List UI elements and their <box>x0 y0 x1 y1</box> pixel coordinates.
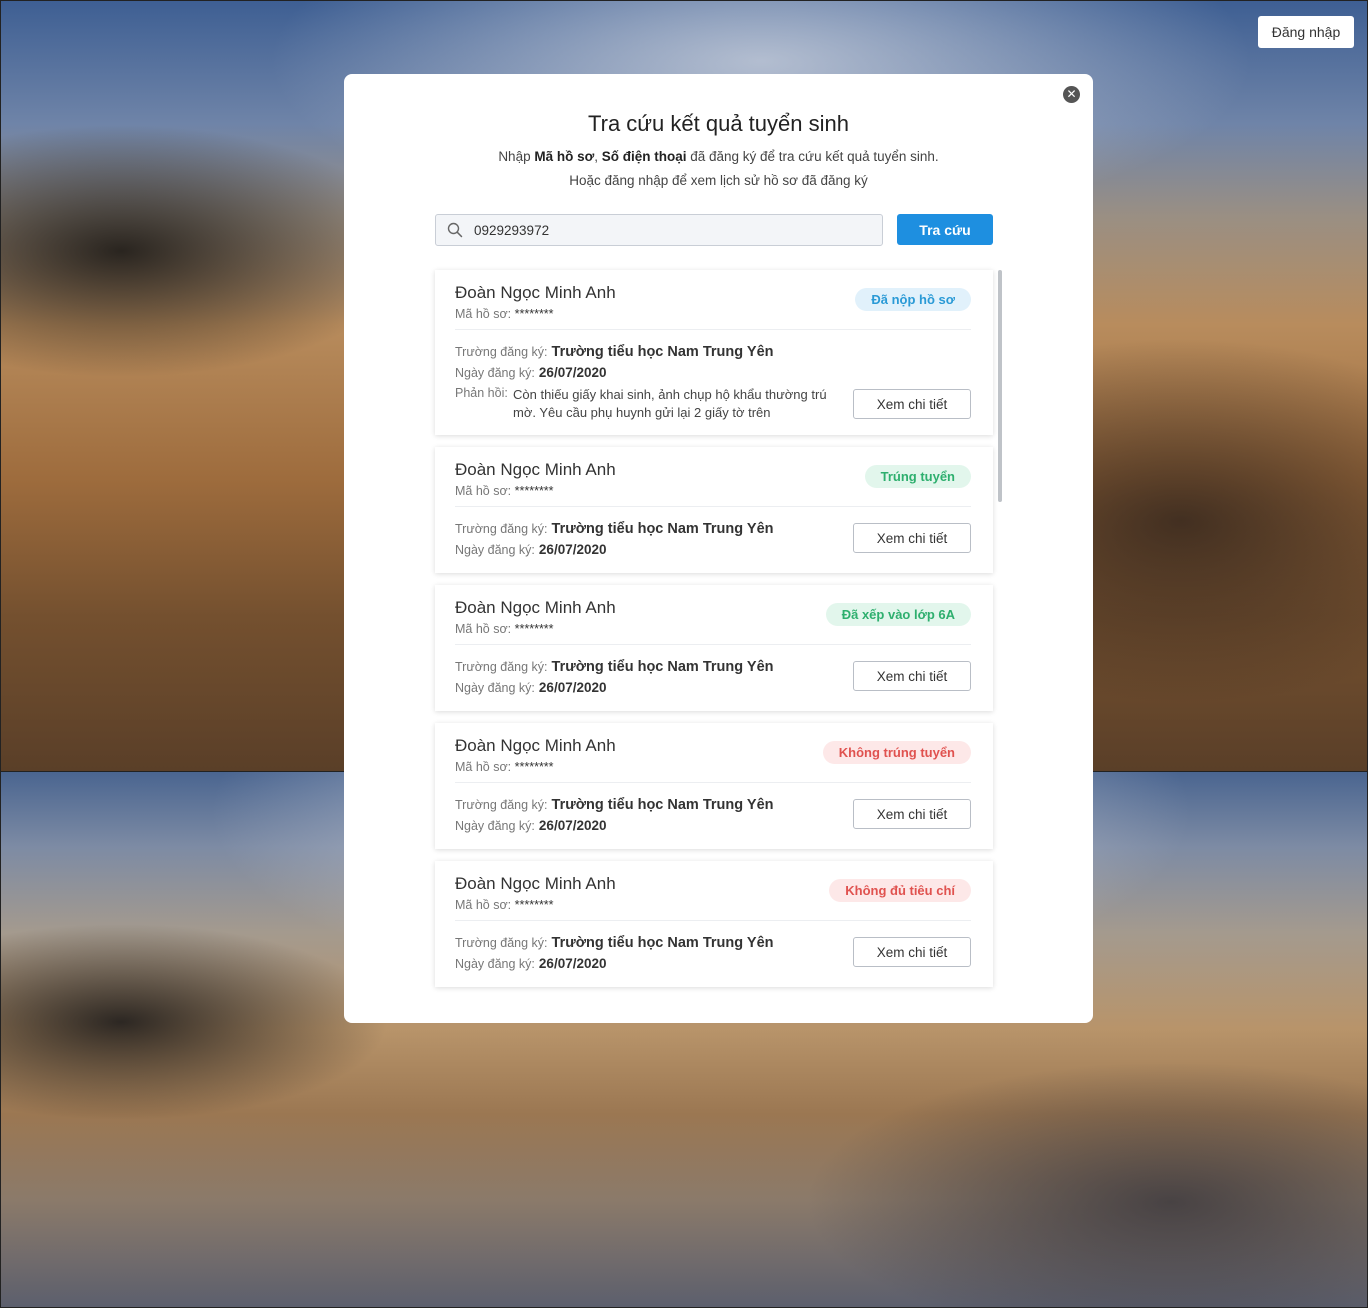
modal-subtitle: Nhập Mã hồ sơ, Số điện thoại đã đăng ký … <box>344 149 1093 164</box>
date-row: Ngày đăng ký: 26/07/2020 <box>455 818 607 833</box>
list-scrollbar[interactable] <box>998 270 1002 502</box>
date-value: 26/07/2020 <box>538 365 607 380</box>
school-value: Trường tiểu học Nam Trung Yên <box>551 797 774 813</box>
view-detail-button[interactable]: Xem chi tiết <box>853 799 971 829</box>
result-card: Đoàn Ngọc Minh Anh Mã hồ sơ: ******** Kh… <box>435 723 993 849</box>
school-value: Trường tiểu học Nam Trung Yên <box>551 659 774 675</box>
feedback-text: Còn thiếu giấy khai sinh, ảnh chụp hộ kh… <box>513 387 827 420</box>
school-row: Trường đăng ký: Trường tiểu học Nam Trung… <box>455 521 774 537</box>
result-card: Đoàn Ngọc Minh Anh Mã hồ sơ: ******** Kh… <box>435 861 993 987</box>
view-detail-button[interactable]: Xem chi tiết <box>853 523 971 553</box>
search-button[interactable]: Tra cứu <box>897 214 993 245</box>
result-card: Đoàn Ngọc Minh Anh Mã hồ sơ: ******** Đã… <box>435 585 993 711</box>
subtitle-phone-term: Số điện thoại <box>601 149 687 164</box>
record-code-label: Mã hồ sơ: <box>455 898 512 912</box>
result-card: Đoàn Ngọc Minh Anh Mã hồ sơ: ******** Tr… <box>435 447 993 573</box>
record-code: Mã hồ sơ: ******** <box>455 307 554 321</box>
feedback-label: Phản hồi: <box>455 386 508 400</box>
date-value: 26/07/2020 <box>538 956 607 971</box>
student-name: Đoàn Ngọc Minh Anh <box>455 874 616 893</box>
school-value: Trường tiểu học Nam Trung Yên <box>551 935 774 951</box>
date-value: 26/07/2020 <box>538 818 607 833</box>
subtitle-suffix: đã đăng ký để tra cứu kết quả tuyển sinh… <box>686 149 939 164</box>
date-label: Ngày đăng ký: <box>455 366 535 380</box>
result-card: Đoàn Ngọc Minh Anh Mã hồ sơ: ******** Đã… <box>435 270 993 435</box>
school-row: Trường đăng ký: Trường tiểu học Nam Trung… <box>455 797 774 813</box>
subtitle-separator: , <box>594 149 602 164</box>
student-name: Đoàn Ngọc Minh Anh <box>455 460 616 479</box>
school-value: Trường tiểu học Nam Trung Yên <box>551 344 774 360</box>
school-value: Trường tiểu học Nam Trung Yên <box>551 521 774 537</box>
status-badge: Đã nộp hồ sơ <box>855 288 971 311</box>
login-button[interactable]: Đăng nhập <box>1258 16 1354 48</box>
date-label: Ngày đăng ký: <box>455 681 535 695</box>
record-code-value: ******** <box>514 898 554 912</box>
record-code-label: Mã hồ sơ: <box>455 622 512 636</box>
school-row: Trường đăng ký: Trường tiểu học Nam Trung… <box>455 935 774 951</box>
search-field[interactable] <box>435 214 883 246</box>
student-name: Đoàn Ngọc Minh Anh <box>455 598 616 617</box>
date-label: Ngày đăng ký: <box>455 819 535 833</box>
search-input[interactable] <box>472 221 876 239</box>
record-code: Mã hồ sơ: ******** <box>455 484 554 498</box>
date-row: Ngày đăng ký: 26/07/2020 <box>455 365 607 380</box>
modal-subtitle-line2: Hoặc đăng nhập để xem lịch sử hồ sơ đã đ… <box>569 173 868 188</box>
divider <box>455 506 971 507</box>
school-row: Trường đăng ký: Trường tiểu học Nam Trung… <box>455 344 774 360</box>
view-detail-button[interactable]: Xem chi tiết <box>853 389 971 419</box>
record-code-label: Mã hồ sơ: <box>455 307 512 321</box>
record-code-label: Mã hồ sơ: <box>455 484 512 498</box>
divider <box>455 920 971 921</box>
status-badge: Đã xếp vào lớp 6A <box>825 603 971 626</box>
date-value: 26/07/2020 <box>538 680 607 695</box>
record-code-value: ******** <box>514 622 554 636</box>
record-code-label: Mã hồ sơ: <box>455 760 512 774</box>
student-name: Đoàn Ngọc Minh Anh <box>455 736 616 755</box>
school-row: Trường đăng ký: Trường tiểu học Nam Trung… <box>455 659 774 675</box>
school-label: Trường đăng ký: <box>455 798 548 812</box>
view-detail-button[interactable]: Xem chi tiết <box>853 661 971 691</box>
date-label: Ngày đăng ký: <box>455 957 535 971</box>
divider <box>455 782 971 783</box>
modal-title: Tra cứu kết quả tuyển sinh <box>588 111 849 136</box>
school-label: Trường đăng ký: <box>455 936 548 950</box>
result-list[interactable]: Đoàn Ngọc Minh Anh Mã hồ sơ: ******** Đã… <box>435 270 993 990</box>
view-detail-button[interactable]: Xem chi tiết <box>853 937 971 967</box>
divider <box>455 329 971 330</box>
record-code: Mã hồ sơ: ******** <box>455 760 554 774</box>
date-label: Ngày đăng ký: <box>455 543 535 557</box>
school-label: Trường đăng ký: <box>455 660 548 674</box>
date-value: 26/07/2020 <box>538 542 607 557</box>
status-badge: Không đủ tiêu chí <box>829 879 971 902</box>
date-row: Ngày đăng ký: 26/07/2020 <box>455 680 607 695</box>
divider <box>455 644 971 645</box>
school-label: Trường đăng ký: <box>455 345 548 359</box>
school-label: Trường đăng ký: <box>455 522 548 536</box>
close-icon[interactable]: ✕ <box>1063 86 1080 103</box>
date-row: Ngày đăng ký: 26/07/2020 <box>455 542 607 557</box>
lookup-modal: ✕ Tra cứu kết quả tuyển sinh Nhập Mã hồ … <box>344 74 1093 1023</box>
subtitle-prefix: Nhập <box>498 149 535 164</box>
status-badge: Trúng tuyển <box>864 465 971 488</box>
record-code-value: ******** <box>514 760 554 774</box>
record-code-value: ******** <box>514 484 554 498</box>
record-code-value: ******** <box>514 307 554 321</box>
subtitle-code-term: Mã hồ sơ <box>534 149 595 164</box>
search-icon <box>447 222 463 238</box>
date-row: Ngày đăng ký: 26/07/2020 <box>455 956 607 971</box>
status-badge: Không trúng tuyển <box>822 741 971 764</box>
student-name: Đoàn Ngọc Minh Anh <box>455 283 616 302</box>
record-code: Mã hồ sơ: ******** <box>455 622 554 636</box>
feedback-row: Phản hồi: Còn thiếu giấy khai sinh, ảnh … <box>455 386 835 420</box>
record-code: Mã hồ sơ: ******** <box>455 898 554 912</box>
